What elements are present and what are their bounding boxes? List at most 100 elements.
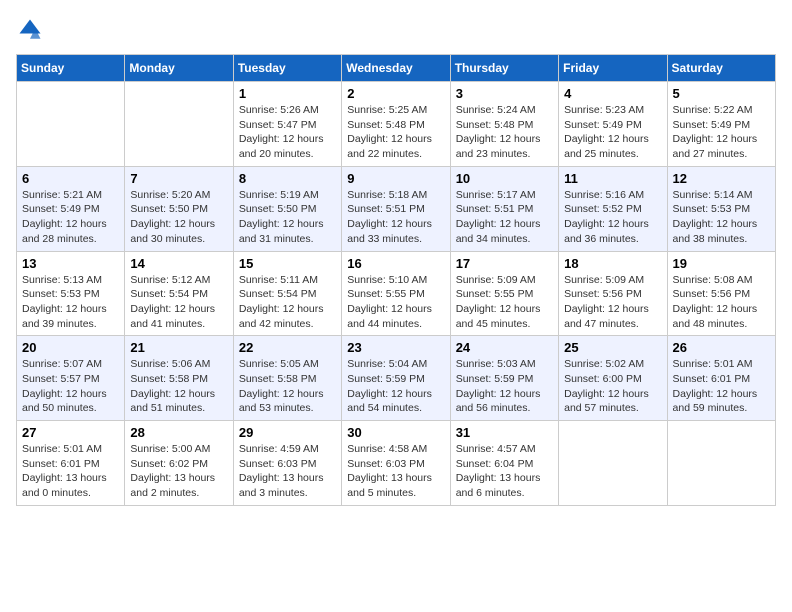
calendar-cell: 18 Sunrise: 5:09 AM Sunset: 5:56 PM Dayli… [559, 251, 667, 336]
day-number: 10 [456, 171, 553, 186]
day-number: 12 [673, 171, 770, 186]
calendar-cell: 1 Sunrise: 5:26 AM Sunset: 5:47 PM Daylig… [233, 82, 341, 167]
day-info: Sunrise: 5:07 AM Sunset: 5:57 PM Dayligh… [22, 357, 119, 416]
day-number: 23 [347, 340, 444, 355]
calendar-cell: 30 Sunrise: 4:58 AM Sunset: 6:03 PM Dayli… [342, 421, 450, 506]
day-info: Sunrise: 5:18 AM Sunset: 5:51 PM Dayligh… [347, 188, 444, 247]
day-number: 11 [564, 171, 661, 186]
column-header-saturday: Saturday [667, 55, 775, 82]
calendar-cell [125, 82, 233, 167]
calendar-cell: 21Sunrise: 5:06 AM Sunset: 5:58 PM Dayli… [125, 336, 233, 421]
day-info: Sunrise: 4:57 AM Sunset: 6:04 PM Dayligh… [456, 442, 553, 501]
column-header-thursday: Thursday [450, 55, 558, 82]
calendar-week-5: 27Sunrise: 5:01 AM Sunset: 6:01 PM Dayli… [17, 421, 776, 506]
day-number: 29 [239, 425, 336, 440]
calendar-cell: 7 Sunrise: 5:20 AM Sunset: 5:50 PM Daylig… [125, 166, 233, 251]
day-info: Sunrise: 5:22 AM Sunset: 5:49 PM Dayligh… [673, 103, 770, 162]
calendar-cell: 29 Sunrise: 4:59 AM Sunset: 6:03 PM Dayli… [233, 421, 341, 506]
day-number: 8 [239, 171, 336, 186]
column-header-friday: Friday [559, 55, 667, 82]
day-info: Sunrise: 5:12 AM Sunset: 5:54 PM Dayligh… [130, 273, 227, 332]
calendar-cell: 3Sunrise: 5:24 AM Sunset: 5:48 PM Daylig… [450, 82, 558, 167]
day-number: 2 [347, 86, 444, 101]
day-number: 25 [564, 340, 661, 355]
day-info: Sunrise: 5:08 AM Sunset: 5:56 PM Dayligh… [673, 273, 770, 332]
calendar-cell: 11 Sunrise: 5:16 AM Sunset: 5:52 PM Dayli… [559, 166, 667, 251]
day-number: 4 [564, 86, 661, 101]
day-info: Sunrise: 5:23 AM Sunset: 5:49 PM Dayligh… [564, 103, 661, 162]
day-info: Sunrise: 5:20 AM Sunset: 5:50 PM Dayligh… [130, 188, 227, 247]
day-info: Sunrise: 5:19 AM Sunset: 5:50 PM Dayligh… [239, 188, 336, 247]
calendar-cell: 13 Sunrise: 5:13 AM Sunset: 5:53 PM Dayli… [17, 251, 125, 336]
day-info: Sunrise: 5:10 AM Sunset: 5:55 PM Dayligh… [347, 273, 444, 332]
day-number: 5 [673, 86, 770, 101]
day-info: Sunrise: 5:03 AM Sunset: 5:59 PM Dayligh… [456, 357, 553, 416]
day-number: 1 [239, 86, 336, 101]
day-number: 15 [239, 256, 336, 271]
calendar-cell: 28Sunrise: 5:00 AM Sunset: 6:02 PM Dayli… [125, 421, 233, 506]
calendar-cell: 22Sunrise: 5:05 AM Sunset: 5:58 PM Dayli… [233, 336, 341, 421]
day-number: 6 [22, 171, 119, 186]
day-info: Sunrise: 5:01 AM Sunset: 6:01 PM Dayligh… [673, 357, 770, 416]
calendar-cell: 9Sunrise: 5:18 AM Sunset: 5:51 PM Daylig… [342, 166, 450, 251]
day-number: 7 [130, 171, 227, 186]
calendar-cell: 12 Sunrise: 5:14 AM Sunset: 5:53 PM Dayli… [667, 166, 775, 251]
logo [16, 16, 48, 44]
day-number: 20 [22, 340, 119, 355]
day-number: 3 [456, 86, 553, 101]
column-header-sunday: Sunday [17, 55, 125, 82]
calendar-cell [667, 421, 775, 506]
day-info: Sunrise: 5:09 AM Sunset: 5:55 PM Dayligh… [456, 273, 553, 332]
calendar-cell: 23 Sunrise: 5:04 AM Sunset: 5:59 PM Dayli… [342, 336, 450, 421]
calendar-week-4: 20 Sunrise: 5:07 AM Sunset: 5:57 PM Dayli… [17, 336, 776, 421]
day-number: 30 [347, 425, 444, 440]
day-info: Sunrise: 5:11 AM Sunset: 5:54 PM Dayligh… [239, 273, 336, 332]
calendar-cell: 31 Sunrise: 4:57 AM Sunset: 6:04 PM Dayli… [450, 421, 558, 506]
calendar-week-1: 1 Sunrise: 5:26 AM Sunset: 5:47 PM Daylig… [17, 82, 776, 167]
day-info: Sunrise: 5:26 AM Sunset: 5:47 PM Dayligh… [239, 103, 336, 162]
day-number: 13 [22, 256, 119, 271]
day-number: 18 [564, 256, 661, 271]
day-info: Sunrise: 5:04 AM Sunset: 5:59 PM Dayligh… [347, 357, 444, 416]
column-header-monday: Monday [125, 55, 233, 82]
day-info: Sunrise: 5:13 AM Sunset: 5:53 PM Dayligh… [22, 273, 119, 332]
day-info: Sunrise: 4:59 AM Sunset: 6:03 PM Dayligh… [239, 442, 336, 501]
column-header-wednesday: Wednesday [342, 55, 450, 82]
day-number: 31 [456, 425, 553, 440]
day-info: Sunrise: 4:58 AM Sunset: 6:03 PM Dayligh… [347, 442, 444, 501]
calendar-cell: 6Sunrise: 5:21 AM Sunset: 5:49 PM Daylig… [17, 166, 125, 251]
calendar-cell: 16 Sunrise: 5:10 AM Sunset: 5:55 PM Dayli… [342, 251, 450, 336]
day-info: Sunrise: 5:02 AM Sunset: 6:00 PM Dayligh… [564, 357, 661, 416]
day-info: Sunrise: 5:05 AM Sunset: 5:58 PM Dayligh… [239, 357, 336, 416]
day-info: Sunrise: 5:17 AM Sunset: 5:51 PM Dayligh… [456, 188, 553, 247]
calendar-cell [17, 82, 125, 167]
calendar-cell: 15 Sunrise: 5:11 AM Sunset: 5:54 PM Dayli… [233, 251, 341, 336]
day-info: Sunrise: 5:14 AM Sunset: 5:53 PM Dayligh… [673, 188, 770, 247]
calendar-cell [559, 421, 667, 506]
day-info: Sunrise: 5:09 AM Sunset: 5:56 PM Dayligh… [564, 273, 661, 332]
calendar-cell: 26 Sunrise: 5:01 AM Sunset: 6:01 PM Dayli… [667, 336, 775, 421]
day-number: 28 [130, 425, 227, 440]
day-number: 16 [347, 256, 444, 271]
column-header-tuesday: Tuesday [233, 55, 341, 82]
calendar-cell: 14Sunrise: 5:12 AM Sunset: 5:54 PM Dayli… [125, 251, 233, 336]
day-info: Sunrise: 5:25 AM Sunset: 5:48 PM Dayligh… [347, 103, 444, 162]
calendar-cell: 2 Sunrise: 5:25 AM Sunset: 5:48 PM Daylig… [342, 82, 450, 167]
day-info: Sunrise: 5:06 AM Sunset: 5:58 PM Dayligh… [130, 357, 227, 416]
calendar-cell: 24Sunrise: 5:03 AM Sunset: 5:59 PM Dayli… [450, 336, 558, 421]
calendar-week-2: 6Sunrise: 5:21 AM Sunset: 5:49 PM Daylig… [17, 166, 776, 251]
calendar-cell: 10 Sunrise: 5:17 AM Sunset: 5:51 PM Dayli… [450, 166, 558, 251]
calendar-cell: 25 Sunrise: 5:02 AM Sunset: 6:00 PM Dayli… [559, 336, 667, 421]
calendar-cell: 19 Sunrise: 5:08 AM Sunset: 5:56 PM Dayli… [667, 251, 775, 336]
calendar-cell: 27Sunrise: 5:01 AM Sunset: 6:01 PM Dayli… [17, 421, 125, 506]
calendar-cell: 5 Sunrise: 5:22 AM Sunset: 5:49 PM Daylig… [667, 82, 775, 167]
calendar-cell: 17Sunrise: 5:09 AM Sunset: 5:55 PM Dayli… [450, 251, 558, 336]
calendar-cell: 8 Sunrise: 5:19 AM Sunset: 5:50 PM Daylig… [233, 166, 341, 251]
logo-icon [16, 16, 44, 44]
calendar-week-3: 13 Sunrise: 5:13 AM Sunset: 5:53 PM Dayli… [17, 251, 776, 336]
calendar-header-row: SundayMondayTuesdayWednesdayThursdayFrid… [17, 55, 776, 82]
day-number: 19 [673, 256, 770, 271]
day-number: 26 [673, 340, 770, 355]
day-info: Sunrise: 5:16 AM Sunset: 5:52 PM Dayligh… [564, 188, 661, 247]
calendar-cell: 4 Sunrise: 5:23 AM Sunset: 5:49 PM Daylig… [559, 82, 667, 167]
